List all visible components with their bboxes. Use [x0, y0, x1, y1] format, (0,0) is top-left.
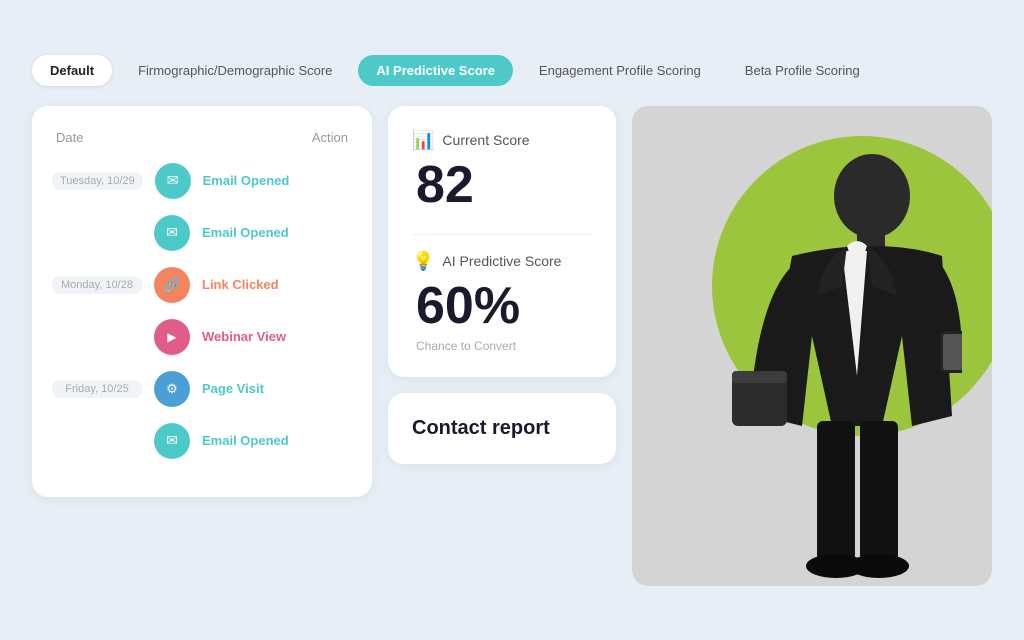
activity-row: Friday, 10/25 ⚙ Page Visit: [52, 369, 352, 409]
activity-panel: Date Action Tuesday, 10/29 ✉ Email Opene…: [32, 106, 372, 497]
email-icon-2: ✉: [154, 215, 190, 251]
activity-row: Monday, 10/28 🔗 Link Clicked: [52, 265, 352, 305]
date-monday: Monday, 10/28: [52, 276, 142, 294]
image-panel: [632, 106, 992, 586]
tab-ai-predictive[interactable]: AI Predictive Score: [358, 55, 513, 86]
action-pagevisit: Page Visit: [202, 381, 264, 396]
col-action-label: Action: [312, 130, 348, 145]
score-card: 📊 Current Score 82 💡 AI Predictive Score…: [388, 106, 616, 377]
email-icon-3: ✉: [154, 423, 190, 459]
tab-engagement[interactable]: Engagement Profile Scoring: [521, 55, 719, 86]
ai-predictive-label: AI Predictive Score: [442, 253, 561, 269]
date-friday: Friday, 10/25: [52, 380, 142, 398]
pagevisit-icon: ⚙: [154, 371, 190, 407]
contact-report-card[interactable]: Contact report: [388, 393, 616, 464]
ai-score-title-row: 💡 AI Predictive Score: [412, 251, 592, 272]
link-icon: 🔗: [154, 267, 190, 303]
current-score-label: Current Score: [442, 132, 529, 148]
email-icon-1: ✉: [155, 163, 191, 199]
score-divider: [412, 234, 592, 235]
tab-firmographic[interactable]: Firmographic/Demographic Score: [120, 55, 350, 86]
current-score-value: 82: [416, 157, 592, 214]
date-tuesday: Tuesday, 10/29: [52, 172, 143, 190]
action-link: Link Clicked: [202, 277, 279, 292]
main-content: Date Action Tuesday, 10/29 ✉ Email Opene…: [32, 106, 992, 586]
activity-header: Date Action: [52, 130, 352, 145]
tab-beta[interactable]: Beta Profile Scoring: [727, 55, 878, 86]
outer-container: Default Firmographic/Demographic Score A…: [16, 39, 1008, 602]
action-webinar: Webinar View: [202, 329, 286, 344]
ai-predictive-value: 60%: [416, 278, 592, 335]
contact-report-title: Contact report: [412, 417, 550, 439]
person-illustration: [702, 136, 962, 586]
chance-to-convert-label: Chance to Convert: [416, 339, 592, 353]
current-score-title-row: 📊 Current Score: [412, 130, 592, 151]
activity-row: ✉ Email Opened: [52, 213, 352, 253]
lightbulb-icon: 💡: [412, 251, 434, 272]
col-date-label: Date: [56, 130, 83, 145]
center-panel: 📊 Current Score 82 💡 AI Predictive Score…: [388, 106, 616, 464]
activity-row: ▶ Webinar View: [52, 317, 352, 357]
activity-row: Tuesday, 10/29 ✉ Email Opened: [52, 161, 352, 201]
tab-default[interactable]: Default: [32, 55, 112, 86]
action-email-3: Email Opened: [202, 433, 289, 448]
webinar-icon: ▶: [154, 319, 190, 355]
activity-row: ✉ Email Opened: [52, 421, 352, 461]
bar-chart-icon: 📊: [412, 130, 434, 151]
predictive-section: 💡 AI Predictive Score 60% Chance to Conv…: [412, 251, 592, 353]
tab-bar: Default Firmographic/Demographic Score A…: [32, 55, 992, 86]
current-score-section: 📊 Current Score 82: [412, 130, 592, 214]
action-email-2: Email Opened: [202, 225, 289, 240]
action-email-1: Email Opened: [203, 173, 290, 188]
